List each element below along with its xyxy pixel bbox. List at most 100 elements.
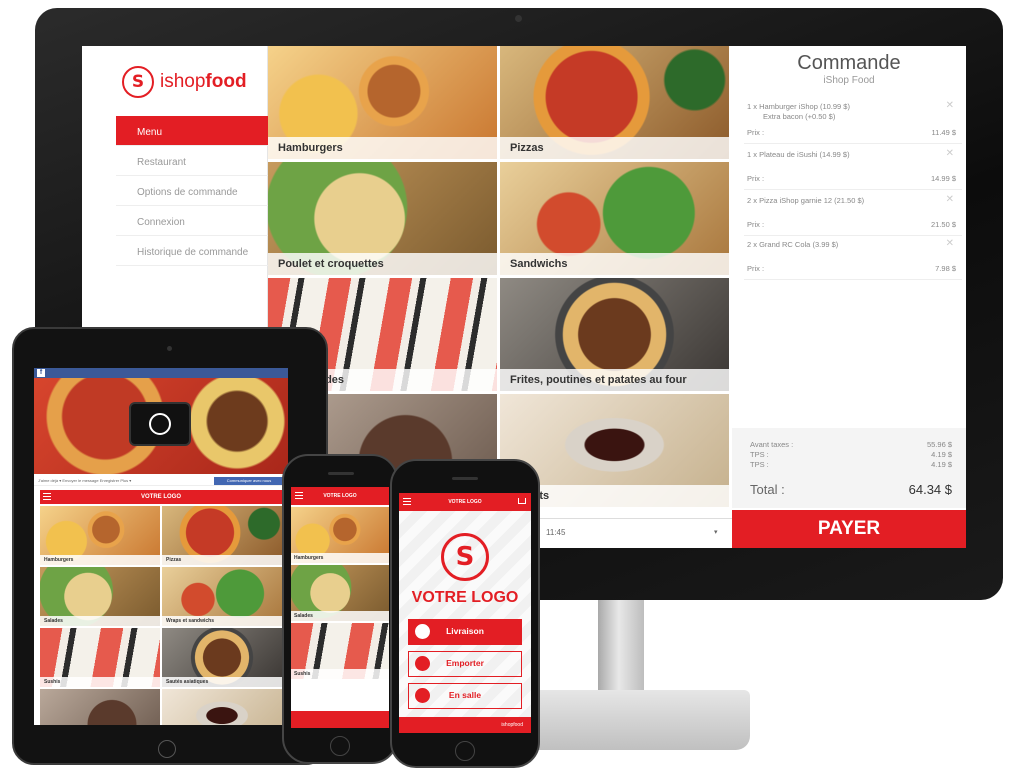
order-item-name: 1 x Hamburger iShop (10.99 $)	[747, 102, 850, 111]
facebook-actions-text[interactable]: J'aime déjà ▾ Envoyer le message Enregis…	[38, 478, 131, 483]
order-item-name: 2 x Grand RC Cola (3.99 $)	[747, 240, 839, 249]
brand-logo[interactable]: S ishopfood	[122, 64, 262, 100]
category-tile-fries[interactable]: Frites, poutines et patates au four	[500, 278, 730, 392]
category-tile-chicken[interactable]: Poulet et croquettes	[268, 162, 498, 276]
takeout-button[interactable]: Emporter	[408, 651, 522, 677]
phone-left-title: VOTRE LOGO	[323, 493, 357, 499]
scooter-icon	[415, 624, 430, 639]
category-tile-hamburgers[interactable]: Hamburgers	[268, 46, 498, 160]
phone-category-sushis[interactable]: Sushis	[291, 623, 389, 679]
tablet-category-more[interactable]	[40, 689, 160, 725]
menu-icon[interactable]	[295, 492, 303, 499]
logo-badge-icon: S	[441, 533, 489, 581]
tablet-category-wraps[interactable]: Wraps et sandwichs	[162, 567, 282, 626]
category-label: Pizzas	[162, 555, 282, 565]
facebook-icon[interactable]: f	[37, 369, 45, 377]
order-totals: Avant taxes : 55.96 $ TPS : 4.19 $ TPS :…	[732, 428, 966, 508]
ishopfood-logo-icon: S	[122, 66, 154, 98]
price-label: Prix :	[747, 264, 765, 273]
order-item-name: 1 x Plateau de iSushi (14.99 $)	[747, 150, 850, 159]
phone-category-salads[interactable]: Salades	[291, 565, 389, 621]
order-item-extra: Extra bacon (+0.50 $)	[763, 112, 836, 121]
remove-icon[interactable]: ✕	[946, 148, 954, 159]
webcam	[515, 15, 522, 22]
order-item[interactable]: 1 x Plateau de iSushi (14.99 $) ✕ Prix :…	[744, 146, 962, 190]
category-label: Salades	[291, 611, 389, 621]
remove-icon[interactable]: ✕	[946, 194, 954, 205]
phone-right-header: VOTRE LOGO	[399, 493, 531, 511]
category-label: Sushis	[40, 677, 160, 687]
table-icon	[415, 688, 430, 703]
facebook-cover-image	[34, 378, 288, 474]
tablet-category-asian[interactable]: Sautés asiatiques	[162, 628, 282, 687]
tablet-camera	[167, 346, 172, 351]
tablet-category-hamburgers[interactable]: Hamburgers	[40, 506, 160, 565]
delivery-button[interactable]: Livraison	[408, 619, 522, 645]
tablet-category-more[interactable]	[162, 689, 282, 725]
category-label: Sandwichs	[500, 253, 729, 275]
phone-left-footer	[291, 711, 389, 728]
price-label: Prix :	[747, 128, 765, 137]
tablet-category-sushis[interactable]: Sushis	[40, 628, 160, 687]
category-label: Pizzas	[500, 137, 729, 159]
tablet-app-title: VOTRE LOGO	[140, 494, 181, 500]
category-tile-sandwiches[interactable]: Sandwichs	[500, 162, 730, 276]
order-item-price: 11.49 $	[931, 128, 956, 137]
order-item[interactable]: 2 x Pizza iShop garnie 12 (21.50 $) ✕ Pr…	[744, 192, 962, 236]
phone-left-header: VOTRE LOGO	[291, 487, 389, 505]
order-item[interactable]: 1 x Hamburger iShop (10.99 $) Extra bacon…	[744, 98, 962, 144]
cart-icon[interactable]	[518, 498, 526, 504]
chevron-down-icon[interactable]: ▾	[714, 528, 718, 536]
total-label: Total :	[750, 482, 785, 497]
votre-logo-text: VOTRE LOGO	[411, 589, 519, 606]
facebook-header: f	[34, 368, 288, 378]
phone-home-button[interactable]	[330, 736, 350, 756]
nav-order-options[interactable]: Options de commande	[116, 176, 268, 206]
footer-brand: ishopfood	[501, 722, 523, 728]
category-label: Hamburgers	[291, 553, 389, 563]
tablet-screen: f J'aime déjà ▾ Envoyer le message Enreg…	[34, 368, 288, 725]
category-label: Wraps et sandwichs	[162, 616, 282, 626]
remove-icon[interactable]: ✕	[946, 238, 954, 249]
delivery-label: Livraison	[446, 626, 484, 636]
tablet-home-button[interactable]	[158, 740, 176, 758]
menu-icon[interactable]	[403, 498, 411, 505]
monitor-stand	[598, 598, 644, 694]
remove-icon[interactable]: ✕	[946, 100, 954, 111]
tvq-value: 4.19 $	[931, 460, 952, 469]
pay-button[interactable]: PAYER	[732, 510, 966, 548]
contact-us-button[interactable]: Communiquer avec nous	[214, 477, 284, 485]
takeout-label: Emporter	[446, 658, 484, 668]
phone-speaker	[452, 477, 478, 480]
order-panel: Commande iShop Food 1 x Hamburger iShop …	[732, 46, 966, 548]
order-item[interactable]: 2 x Grand RC Cola (3.99 $) ✕ Prix : 7.98…	[744, 236, 962, 280]
tablet-category-salads[interactable]: Salades	[40, 567, 160, 626]
tablet-category-pizzas[interactable]: Pizzas	[162, 506, 282, 565]
phone-in-hand-image	[129, 402, 191, 446]
total-value: 64.34 $	[908, 482, 952, 497]
dine-in-label: En salle	[448, 690, 482, 700]
nav-order-history[interactable]: Historique de commande	[116, 236, 268, 266]
nav-menu[interactable]: Menu	[116, 116, 268, 146]
tvq-label: TPS :	[750, 460, 769, 469]
phone-category-hamburgers[interactable]: Hamburgers	[291, 507, 389, 563]
dine-in-button[interactable]: En salle	[408, 683, 522, 709]
subtotal-value: 55.96 $	[926, 440, 952, 449]
nav-restaurant[interactable]: Restaurant	[116, 146, 268, 176]
category-label: Hamburgers	[268, 137, 497, 159]
bag-icon	[415, 656, 430, 671]
category-label: Poulet et croquettes	[268, 253, 497, 275]
menu-icon[interactable]	[43, 493, 51, 500]
order-item-price: 7.98 $	[935, 264, 956, 273]
order-item-name: 2 x Pizza iShop garnie 12 (21.50 $)	[747, 196, 865, 205]
category-tile-pizzas[interactable]: Pizzas	[500, 46, 730, 160]
nav-login[interactable]: Connexion	[116, 206, 268, 236]
order-item-price: 21.50 $	[930, 220, 956, 229]
tablet-app-header: VOTRE LOGO	[40, 490, 282, 504]
order-subtitle: iShop Food	[823, 75, 875, 86]
time-value: 11:45	[546, 528, 566, 537]
category-label: Sushis	[291, 669, 389, 679]
brand-name: ishopfood	[160, 71, 247, 92]
phone-home-button[interactable]	[455, 741, 475, 761]
order-title: Commande	[797, 52, 901, 74]
